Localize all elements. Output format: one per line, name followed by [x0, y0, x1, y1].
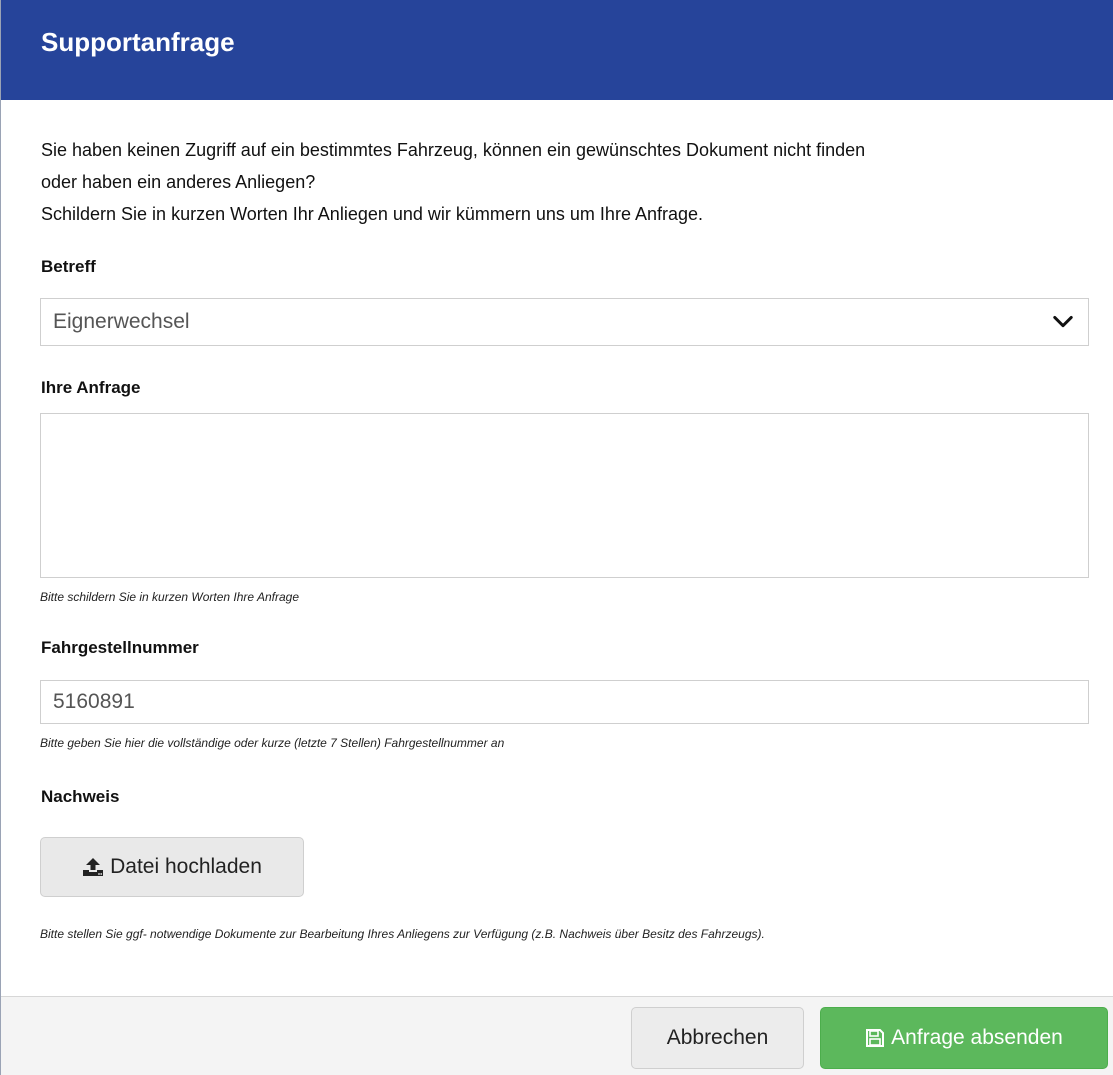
subject-selected-value: Eignerwechsel: [53, 310, 190, 333]
upload-file-button[interactable]: Datei hochladen: [40, 837, 304, 897]
proof-help-text: Bitte stellen Sie ggf- notwendige Dokume…: [40, 927, 765, 941]
cancel-label: Abbrechen: [666, 1026, 769, 1049]
upload-icon: [83, 858, 104, 876]
modal-body: Sie haben keinen Zugriff auf ein bestimm…: [1, 134, 1113, 230]
vin-input[interactable]: 5160891: [40, 680, 1089, 724]
modal-header: Supportanfrage: [1, 0, 1113, 100]
vin-help-text: Bitte geben Sie hier die vollständige od…: [40, 736, 505, 750]
support-request-modal: Supportanfrage Sie haben keinen Zugriff …: [0, 0, 1113, 1075]
cancel-button[interactable]: Abbrechen: [631, 1007, 804, 1069]
intro-line-2: oder haben ein anderes Anliegen?: [41, 172, 316, 192]
modal-title: Supportanfrage: [41, 26, 235, 57]
vin-label: Fahrgestellnummer: [41, 638, 199, 657]
submit-label: Anfrage absenden: [891, 1026, 1063, 1049]
request-help-text: Bitte schildern Sie in kurzen Worten Ihr…: [40, 590, 300, 604]
intro-line-3: Schildern Sie in kurzen Worten Ihr Anlie…: [41, 204, 704, 224]
floppy-disk-icon: [866, 1029, 885, 1047]
intro-text: Sie haben keinen Zugriff auf ein bestimm…: [41, 134, 1089, 230]
request-label: Ihre Anfrage: [41, 378, 141, 397]
chevron-down-icon: [1053, 315, 1073, 328]
upload-file-label: Datei hochladen: [110, 855, 262, 878]
vin-value: 5160891: [53, 690, 135, 713]
intro-line-1: Sie haben keinen Zugriff auf ein bestimm…: [41, 140, 866, 160]
submit-request-button[interactable]: Anfrage absenden: [820, 1007, 1108, 1069]
proof-label: Nachweis: [41, 787, 120, 806]
request-textarea[interactable]: [40, 413, 1089, 578]
subject-label: Betreff: [41, 257, 96, 276]
subject-select[interactable]: Eignerwechsel: [40, 298, 1089, 346]
